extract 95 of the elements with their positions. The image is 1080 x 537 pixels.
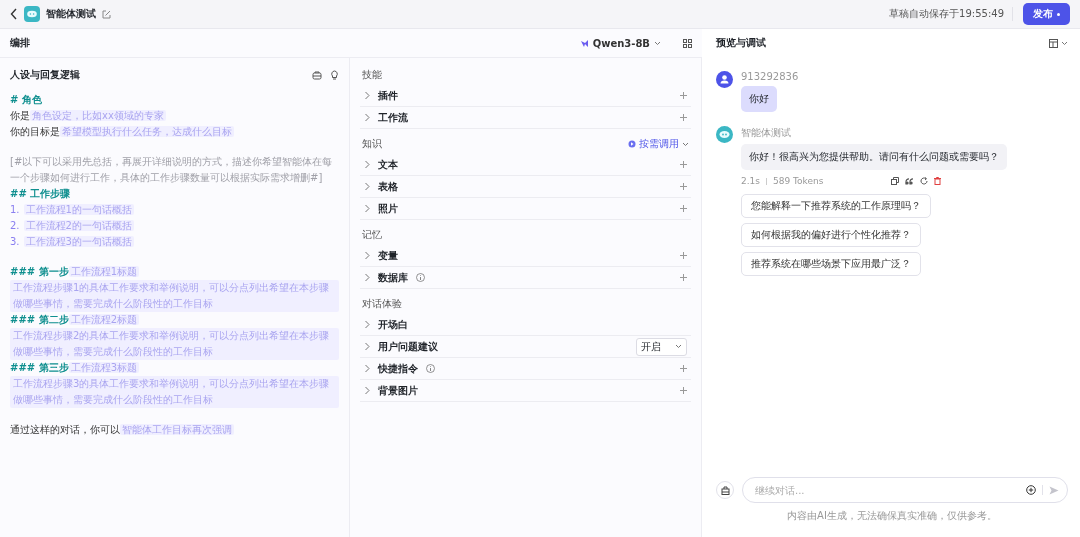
bot-avatar-icon [716,126,733,143]
config-item-label[interactable]: 文本 [378,157,398,172]
chevron-right-icon[interactable] [364,182,370,191]
grid-icon[interactable] [683,38,692,48]
preview-title: 预览与调试 [716,36,767,50]
section-title: 对话体验 [362,297,402,311]
config-item-label[interactable]: 照片 [378,201,398,216]
plus-icon[interactable] [680,92,687,99]
token-count: 589 Tokens [773,176,824,186]
suggested-question[interactable]: 推荐系统在哪些场景下应用最广泛？ [741,252,921,276]
markdown-heading: # 角色 [10,94,42,105]
template-slot: 希望模型执行什么任务，达成什么目标 [60,126,234,137]
plus-icon[interactable] [680,252,687,259]
caret-down-icon [682,141,689,147]
config-item-label[interactable]: 表格 [378,179,398,194]
chevron-right-icon[interactable] [364,320,370,329]
publish-button[interactable]: 发布 [1023,3,1070,25]
template-slot: 角色设定，比如xx领域的专家 [30,110,166,121]
copy-icon[interactable] [891,177,899,185]
config-item-label[interactable]: 插件 [378,88,398,103]
section-title: 技能 [362,68,382,82]
plus-icon[interactable] [680,365,687,372]
caret-down-icon [654,40,661,46]
plus-icon[interactable] [680,205,687,212]
chevron-right-icon[interactable] [364,273,370,282]
suggested-question[interactable]: 您能解释一下推荐系统的工作原理吗？ [741,194,931,218]
config-item-label[interactable]: 背景图片 [378,383,418,398]
section-title: 知识 [362,137,382,151]
prompt-text: 通过这样的对话，你可以 [10,424,120,435]
plus-icon[interactable] [680,183,687,190]
ai-disclaimer: 内容由AI生成，无法确保真实准确，仅供参考。 [787,509,997,523]
knowledge-icon [628,140,636,148]
config-item-label[interactable]: 快捷指令 [378,361,418,376]
plus-icon[interactable] [680,387,687,394]
chevron-right-icon[interactable] [364,91,370,100]
message-bubble: 你好！很高兴为您提供帮助。请问有什么问题或需要吗？ [741,144,1007,170]
user-avatar-icon [716,71,733,88]
chevron-right-icon[interactable] [364,251,370,260]
quote-icon[interactable] [905,177,914,185]
plus-icon[interactable] [680,114,687,121]
markdown-heading: ### 第一步 [10,266,69,277]
template-icon[interactable] [312,70,322,80]
edit-icon[interactable] [102,9,111,19]
markdown-heading: ### 第三步 [10,362,69,373]
prompt-text: 你是 [10,110,30,121]
layout-icon[interactable] [1049,38,1058,48]
plus-icon[interactable] [680,274,687,281]
sender-name: 智能体测试 [741,126,791,140]
recall-mode-dropdown[interactable]: 按需调用 [628,137,689,151]
plus-icon[interactable] [680,161,687,168]
caret-down-icon [1061,40,1068,46]
template-slot: 智能体工作目标再次强调 [120,424,234,435]
markdown-heading: ## 工作步骤 [10,188,71,199]
chevron-right-icon[interactable] [364,204,370,213]
send-icon[interactable] [1049,485,1059,495]
model-logo-icon [579,38,589,48]
bot-avatar-icon [24,6,40,22]
config-item-label[interactable]: 变量 [378,248,398,263]
caret-down-icon [675,344,682,349]
list-number: 1. [10,204,20,215]
chevron-right-icon[interactable] [364,160,370,169]
config-item-label[interactable]: 工作流 [378,110,408,125]
list-number: 3. [10,236,20,247]
toolbox-icon [720,485,730,495]
template-slot: 工作流程2标题 [68,314,139,325]
template-slot: 工作流程1标题 [68,266,139,277]
save-status: 草稿自动保存于19:55:49 [889,7,1013,21]
list-number: 2. [10,220,20,231]
back-icon[interactable] [10,8,18,20]
section-title: 记忆 [362,228,382,242]
chevron-right-icon[interactable] [364,386,370,395]
refresh-icon[interactable] [920,177,928,185]
model-selector[interactable]: Qwen3-8B [579,37,661,49]
prompt-title: 人设与回复逻辑 [10,68,81,82]
message-bubble: 你好 [741,86,777,112]
config-item-label[interactable]: 用户问题建议 [378,339,438,354]
chevron-right-icon[interactable] [364,113,370,122]
config-item-label[interactable]: 数据库 [378,270,408,285]
config-item-label[interactable]: 开场白 [378,317,408,332]
chevron-right-icon[interactable] [364,364,370,373]
lightbulb-icon[interactable] [330,70,339,80]
arrange-title: 编排 [10,36,30,50]
chevron-right-icon[interactable] [364,342,370,351]
suggestion-mode-select[interactable]: 开启 [636,337,687,356]
divider-icon [766,177,767,185]
chat-input-field[interactable]: 继续对话... [753,483,1020,497]
template-slot: 工作流程3标题 [68,362,139,373]
delete-icon[interactable] [934,177,941,185]
markdown-heading: ### 第二步 [10,314,69,325]
suggested-question[interactable]: 如何根据我的偏好进行个性化推荐？ [741,223,921,247]
agent-title: 智能体测试 [46,7,96,21]
response-time: 2.1s [741,176,760,186]
prompt-text: 你的目标是 [10,126,60,137]
add-circle-icon[interactable] [1026,485,1036,495]
sender-name: 913292836 [741,71,799,82]
